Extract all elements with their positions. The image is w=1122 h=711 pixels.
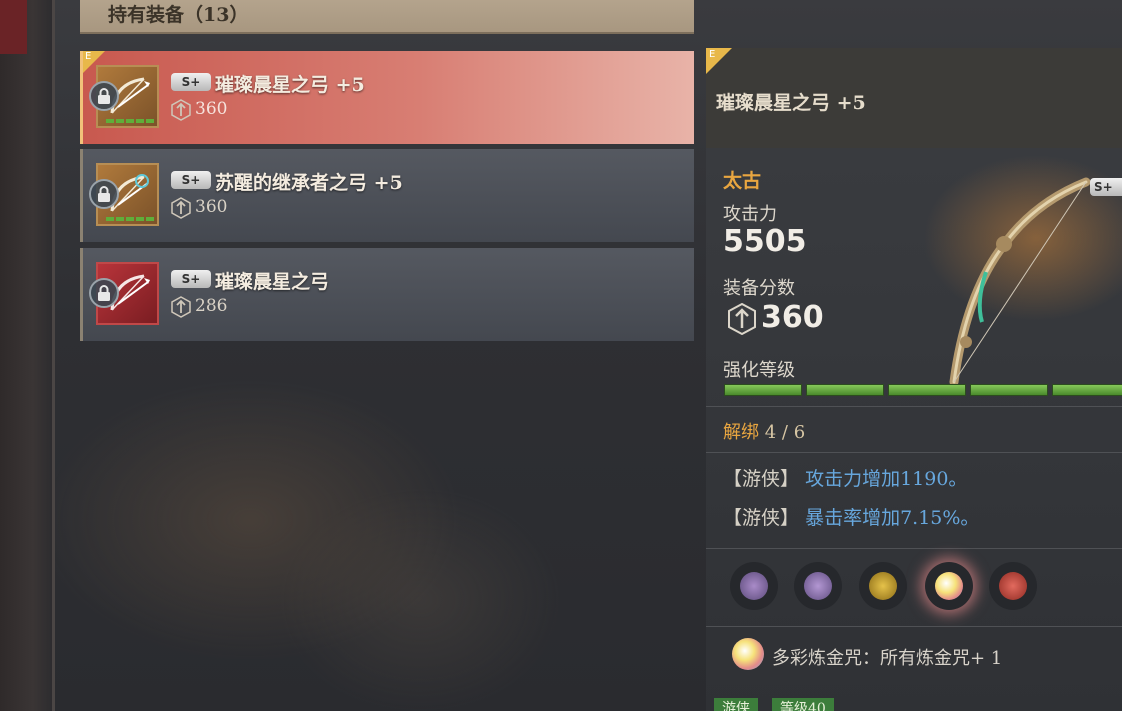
- equipment-item-row[interactable]: S+ 苏醒的继承者之弓 +5 360: [80, 149, 694, 242]
- stat-line: 【游侠】 暴击率增加7.15%。: [723, 503, 979, 530]
- unbind-row: 解绑 4 / 6: [723, 418, 805, 444]
- left-edge-panel: [0, 0, 55, 711]
- enhance-label: 强化等级: [723, 360, 795, 381]
- equipment-item-row[interactable]: S+ 璀璨晨星之弓 286: [80, 248, 694, 341]
- detail-grade-badge: S+: [1090, 178, 1122, 196]
- lock-icon: [89, 179, 119, 209]
- alchemy-row: 多彩炼金咒：所有炼金咒+ 1: [732, 638, 1112, 674]
- grade-badge: S+: [171, 171, 211, 189]
- divider: [706, 406, 1122, 407]
- tier-letter: E: [85, 51, 92, 62]
- gear-score-icon: [171, 99, 191, 121]
- divider: [706, 452, 1122, 453]
- gear-score-label: 装备分数: [723, 278, 795, 299]
- owned-equipment-title: 持有装备（13）: [108, 4, 249, 26]
- red-rune-icon[interactable]: [989, 562, 1037, 610]
- class-tag: 游侠: [714, 698, 758, 711]
- item-detail-panel: E 璀璨晨星之弓 +5 S+ 太古 攻击力 5505 装备分数 360 强化等级…: [706, 48, 1122, 711]
- gear-score-icon: [728, 303, 756, 335]
- stat-line: 【游侠】 攻击力增加1190。: [723, 464, 967, 491]
- grade-badge: S+: [171, 73, 211, 91]
- detail-item-name: 璀璨晨星之弓 +5: [716, 92, 866, 114]
- bow-artwork-icon: [949, 177, 1091, 387]
- left-edge-divider: [52, 0, 55, 711]
- purple-arrow-rune-icon[interactable]: [794, 562, 842, 610]
- item-name: 苏醒的继承者之弓 +5: [215, 172, 403, 194]
- item-score: 360: [195, 99, 228, 119]
- attack-label: 攻击力: [723, 204, 777, 225]
- alchemy-orb-icon: [732, 638, 764, 670]
- gear-score-icon: [171, 296, 191, 318]
- alchemy-text: 多彩炼金咒：所有炼金咒+ 1: [772, 648, 1003, 669]
- enhance-level-bar: [724, 384, 1122, 396]
- gold-rune-icon[interactable]: [859, 562, 907, 610]
- grade-badge: S+: [171, 270, 211, 288]
- rainbow-orb-rune-icon[interactable]: [925, 562, 973, 610]
- stat-text: 攻击力增加1190。: [805, 468, 968, 490]
- era-label: 太古: [723, 170, 762, 192]
- item-score: 360: [195, 197, 228, 217]
- attack-value: 5505: [723, 224, 807, 259]
- left-edge-red-tab[interactable]: [0, 0, 27, 54]
- owned-equipment-header: 持有装备（13）: [80, 0, 694, 34]
- item-name: 璀璨晨星之弓: [215, 271, 330, 293]
- level-tag: 等级40: [772, 698, 834, 711]
- unbind-label: 解绑: [723, 422, 759, 443]
- equipment-item-row[interactable]: E S+ 璀璨晨星之弓 +5 360: [80, 51, 694, 144]
- enhance-pips: [106, 119, 154, 123]
- detail-header: E 璀璨晨星之弓 +5: [706, 48, 1122, 148]
- divider: [706, 548, 1122, 549]
- divider: [706, 626, 1122, 627]
- lock-icon: [89, 278, 119, 308]
- purple-arrow-rune-icon[interactable]: [730, 562, 778, 610]
- item-score: 286: [195, 296, 228, 316]
- enhance-pips: [106, 217, 154, 221]
- gear-score-icon: [171, 197, 191, 219]
- lock-icon: [89, 81, 119, 111]
- tier-letter: E: [709, 49, 716, 60]
- unbind-value: 4 / 6: [764, 422, 806, 443]
- gear-score-value: 360: [761, 300, 824, 335]
- stat-class-tag: 【游侠】: [723, 507, 800, 529]
- stat-class-tag: 【游侠】: [723, 468, 800, 490]
- item-name: 璀璨晨星之弓 +5: [215, 74, 365, 96]
- stat-text: 暴击率增加7.15%。: [805, 507, 980, 529]
